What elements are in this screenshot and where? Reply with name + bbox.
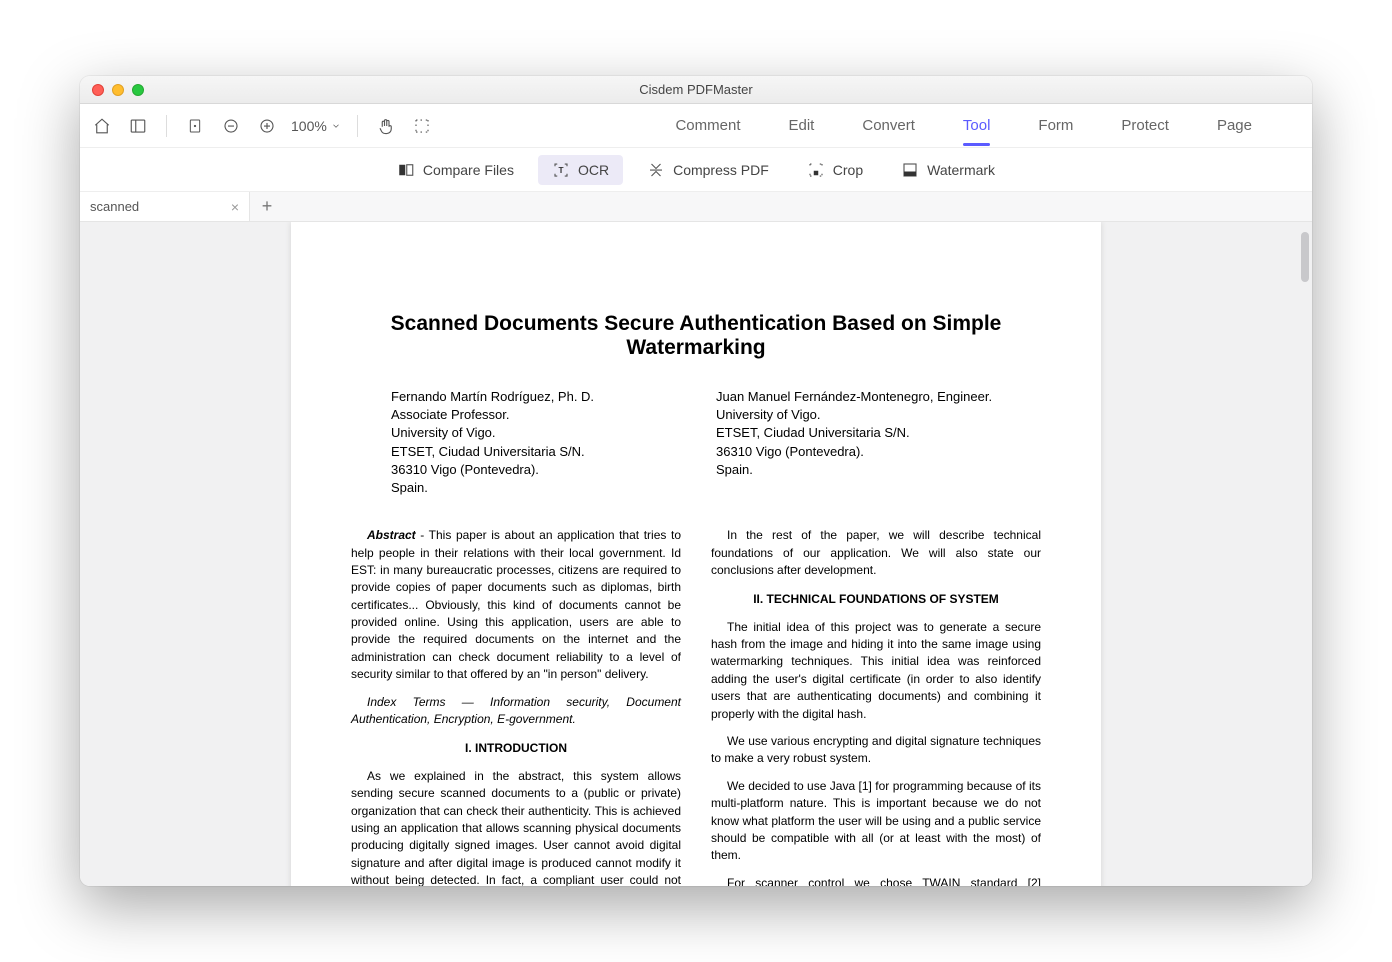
document-tab-label: scanned (90, 199, 139, 214)
document-tabbar: scanned × + (80, 192, 1312, 222)
fit-page-button[interactable] (179, 110, 211, 142)
left-column: Abstract - This paper is about an applic… (351, 527, 681, 886)
svg-text:T: T (558, 166, 563, 175)
page-icon (187, 117, 203, 135)
zoom-value: 100% (291, 118, 327, 134)
select-tool-button[interactable] (406, 110, 438, 142)
document-area: Scanned Documents Secure Authentication … (80, 222, 1312, 886)
intro-heading: I. INTRODUCTION (351, 740, 681, 757)
window-minimize-button[interactable] (112, 84, 124, 96)
zoom-out-button[interactable] (215, 110, 247, 142)
titlebar: Cisdem PDFMaster (80, 76, 1312, 104)
author-block-1: Fernando Martín Rodríguez, Ph. D. Associ… (391, 388, 676, 497)
vertical-scrollbar-thumb[interactable] (1301, 232, 1309, 282)
menu-page[interactable]: Page (1193, 111, 1276, 140)
menu-edit[interactable]: Edit (765, 111, 839, 140)
menu-protect[interactable]: Protect (1097, 111, 1193, 140)
app-title: Cisdem PDFMaster (80, 82, 1312, 97)
app-window: Cisdem PDFMaster 100% (80, 76, 1312, 886)
hand-tool-button[interactable] (370, 110, 402, 142)
tool-subtoolbar: Compare Files T OCR Compress PDF Crop Wa… (80, 148, 1312, 192)
close-tab-button[interactable]: × (231, 199, 239, 215)
hand-icon (377, 117, 395, 135)
author-block-2: Juan Manuel Fernández-Montenegro, Engine… (716, 388, 1001, 497)
zoom-dropdown[interactable]: 100% (291, 118, 341, 134)
ocr-button[interactable]: T OCR (538, 155, 623, 185)
tech-heading: II. TECHNICAL FOUNDATIONS OF SYSTEM (711, 591, 1041, 608)
window-maximize-button[interactable] (132, 84, 144, 96)
document-scroll[interactable]: Scanned Documents Secure Authentication … (80, 222, 1312, 886)
menu-bar: Comment Edit Convert Tool Form Protect P… (651, 111, 1306, 140)
compress-pdf-button[interactable]: Compress PDF (633, 155, 783, 185)
right-column: In the rest of the paper, we will descri… (711, 527, 1041, 886)
paper-body: Abstract - This paper is about an applic… (351, 527, 1041, 886)
crop-icon (807, 161, 825, 179)
zoom-out-icon (222, 117, 240, 135)
document-tab[interactable]: scanned × (80, 192, 250, 221)
home-icon (93, 117, 111, 135)
marquee-icon (413, 117, 431, 135)
ocr-icon: T (552, 161, 570, 179)
paper-title: Scanned Documents Secure Authentication … (351, 312, 1041, 360)
menu-comment[interactable]: Comment (651, 111, 764, 140)
zoom-in-button[interactable] (251, 110, 283, 142)
zoom-in-icon (258, 117, 276, 135)
chevron-down-icon (331, 121, 341, 131)
crop-button[interactable]: Crop (793, 155, 877, 185)
home-button[interactable] (86, 110, 118, 142)
menu-form[interactable]: Form (1014, 111, 1097, 140)
compare-files-button[interactable]: Compare Files (383, 155, 528, 185)
main-toolbar: 100% Comment Edit Convert Tool Form Prot… (80, 104, 1312, 148)
compress-icon (647, 161, 665, 179)
menu-convert[interactable]: Convert (838, 111, 939, 140)
watermark-button[interactable]: Watermark (887, 155, 1009, 185)
pdf-page: Scanned Documents Secure Authentication … (291, 222, 1101, 886)
panel-icon (129, 117, 147, 135)
window-close-button[interactable] (92, 84, 104, 96)
menu-tool[interactable]: Tool (939, 111, 1015, 140)
compare-icon (397, 161, 415, 179)
add-tab-button[interactable]: + (250, 192, 284, 221)
sidebar-toggle-button[interactable] (122, 110, 154, 142)
watermark-icon (901, 161, 919, 179)
